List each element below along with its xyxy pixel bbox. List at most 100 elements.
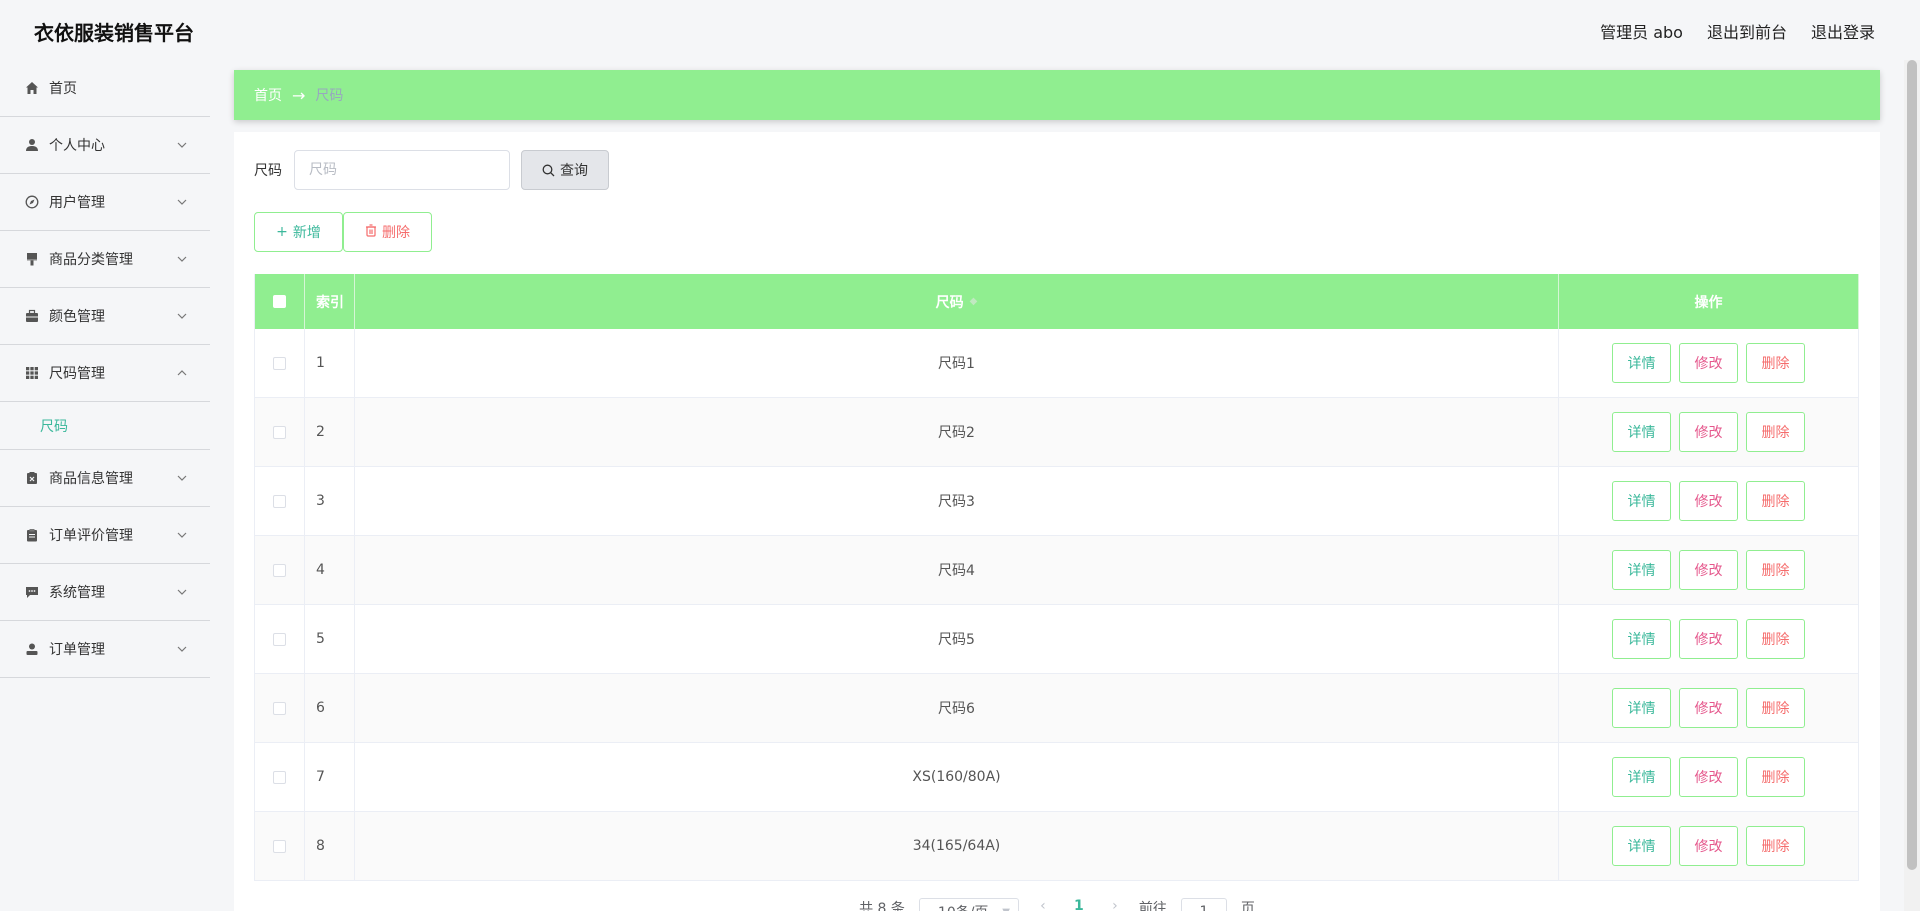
chevron-down-icon — [177, 199, 187, 205]
edit-button[interactable]: 修改 — [1679, 343, 1738, 383]
row-actions: 详情 修改 删除 — [1559, 329, 1859, 397]
compass-icon — [24, 194, 40, 210]
row-checkbox[interactable] — [273, 632, 286, 646]
search-label: 尺码 — [254, 163, 282, 179]
row-delete-button[interactable]: 删除 — [1746, 619, 1805, 659]
detail-button[interactable]: 详情 — [1612, 481, 1671, 521]
breadcrumb-home[interactable]: 首页 — [254, 85, 282, 105]
row-checkbox[interactable] — [273, 563, 286, 577]
row-checkbox-cell — [255, 398, 305, 466]
sort-icon[interactable]: ◆ — [970, 296, 978, 307]
sidebar-item-category-management[interactable]: 商品分类管理 — [0, 231, 210, 288]
row-checkbox-cell — [255, 329, 305, 397]
sidebar-item-order-management[interactable]: 订单管理 — [0, 621, 210, 678]
detail-button[interactable]: 详情 — [1612, 688, 1671, 728]
chevron-up-icon — [177, 370, 187, 376]
row-delete-button[interactable]: 删除 — [1746, 826, 1805, 866]
prev-page-icon[interactable]: ‹ — [1033, 898, 1053, 911]
header-actions: 管理员 abo 退出到前台 退出登录 — [1600, 19, 1875, 43]
sidebar-item-review-management[interactable]: 订单评价管理 — [0, 507, 210, 564]
sidebar-item-label: 订单评价管理 — [49, 528, 133, 544]
sidebar-item-system-management[interactable]: 系统管理 — [0, 564, 210, 621]
detail-button[interactable]: 详情 — [1612, 412, 1671, 452]
edit-button[interactable]: 修改 — [1679, 757, 1738, 797]
edit-button[interactable]: 修改 — [1679, 550, 1738, 590]
sidebar: 首页 个人中心 用户管理 商品分类管理 颜色管理 尺码管理 尺码 商品信息管理 … — [0, 60, 210, 911]
sidebar-item-label: 首页 — [49, 81, 77, 97]
row-checkbox-cell — [255, 812, 305, 880]
row-delete-button[interactable]: 删除 — [1746, 550, 1805, 590]
sidebar-item-label: 个人中心 — [49, 138, 105, 154]
sidebar-item-user-management[interactable]: 用户管理 — [0, 174, 210, 231]
chevron-down-icon — [177, 532, 187, 538]
chevron-down-icon — [177, 646, 187, 652]
row-size: XS(160/80A) — [355, 743, 1559, 811]
search-button[interactable]: 查询 — [521, 150, 609, 190]
row-size: 尺码2 — [355, 398, 1559, 466]
edit-button[interactable]: 修改 — [1679, 412, 1738, 452]
sidebar-item-product-management[interactable]: 商品信息管理 — [0, 450, 210, 507]
goto-prefix: 前往 — [1138, 901, 1167, 911]
size-search-input[interactable] — [294, 150, 510, 190]
next-page-icon[interactable]: › — [1105, 898, 1125, 911]
trash-icon — [365, 223, 377, 241]
top-header: 衣依服装销售平台 管理员 abo 退出到前台 退出登录 — [0, 0, 1920, 60]
sidebar-subitem-size[interactable]: 尺码 — [0, 402, 210, 450]
brush-icon — [24, 251, 40, 267]
table-row: 8 34(165/64A) 详情 修改 删除 — [255, 812, 1859, 881]
row-checkbox-cell — [255, 536, 305, 604]
exit-to-front-link[interactable]: 退出到前台 — [1707, 19, 1787, 43]
row-delete-button[interactable]: 删除 — [1746, 688, 1805, 728]
row-index: 2 — [305, 398, 355, 466]
page-number-current[interactable]: 1 — [1067, 898, 1091, 911]
select-all-checkbox[interactable] — [273, 295, 286, 308]
row-delete-button[interactable]: 删除 — [1746, 757, 1805, 797]
sidebar-item-personal-center[interactable]: 个人中心 — [0, 117, 210, 174]
chat-icon — [24, 584, 40, 600]
sidebar-item-home[interactable]: 首页 — [0, 60, 210, 117]
detail-button[interactable]: 详情 — [1612, 550, 1671, 590]
breadcrumb-current: 尺码 — [315, 88, 344, 104]
row-checkbox-cell — [255, 467, 305, 535]
detail-button[interactable]: 详情 — [1612, 343, 1671, 383]
row-checkbox[interactable] — [273, 356, 286, 370]
row-checkbox[interactable] — [273, 701, 286, 715]
sidebar-item-size-management[interactable]: 尺码管理 — [0, 345, 210, 402]
user-solid-icon — [24, 641, 40, 657]
row-delete-button[interactable]: 删除 — [1746, 412, 1805, 452]
batch-delete-button[interactable]: 删除 — [343, 212, 432, 252]
detail-button[interactable]: 详情 — [1612, 826, 1671, 866]
page-size-select[interactable]: 10条/页 ▼ — [918, 898, 1019, 911]
detail-button[interactable]: 详情 — [1612, 619, 1671, 659]
header-checkbox-cell — [255, 274, 305, 329]
edit-button[interactable]: 修改 — [1679, 481, 1738, 521]
chevron-down-icon: ▼ — [1002, 907, 1010, 911]
add-button[interactable]: + 新增 — [254, 212, 343, 252]
row-checkbox[interactable] — [273, 494, 286, 508]
edit-button[interactable]: 修改 — [1679, 619, 1738, 659]
detail-button[interactable]: 详情 — [1612, 757, 1671, 797]
row-actions: 详情 修改 删除 — [1559, 812, 1859, 880]
row-delete-button[interactable]: 删除 — [1746, 481, 1805, 521]
goto-suffix: 页 — [1240, 901, 1255, 911]
page-scrollbar[interactable] — [1904, 60, 1920, 911]
row-checkbox[interactable] — [273, 770, 286, 784]
row-checkbox[interactable] — [273, 839, 286, 853]
table-row: 5 尺码5 详情 修改 删除 — [255, 605, 1859, 674]
row-index: 3 — [305, 467, 355, 535]
row-checkbox-cell — [255, 605, 305, 673]
size-table: 索引 尺码 ◆ 操作 1 尺码1 详情 修改 删除 2 尺码2 详情 修改 删除 3 尺码3 详情 修改 删除… — [254, 274, 1859, 881]
scrollbar-thumb[interactable] — [1907, 60, 1917, 870]
row-delete-button[interactable]: 删除 — [1746, 343, 1805, 383]
goto-page-input[interactable] — [1180, 898, 1227, 911]
row-checkbox[interactable] — [273, 425, 286, 439]
row-size: 尺码5 — [355, 605, 1559, 673]
header-size[interactable]: 尺码 ◆ — [355, 274, 1559, 329]
logout-link[interactable]: 退出登录 — [1811, 19, 1875, 43]
sidebar-item-color-management[interactable]: 颜色管理 — [0, 288, 210, 345]
header-index: 索引 — [305, 274, 355, 329]
edit-button[interactable]: 修改 — [1679, 826, 1738, 866]
plus-icon: + — [276, 224, 288, 240]
edit-button[interactable]: 修改 — [1679, 688, 1738, 728]
sidebar-item-label: 系统管理 — [49, 585, 105, 601]
